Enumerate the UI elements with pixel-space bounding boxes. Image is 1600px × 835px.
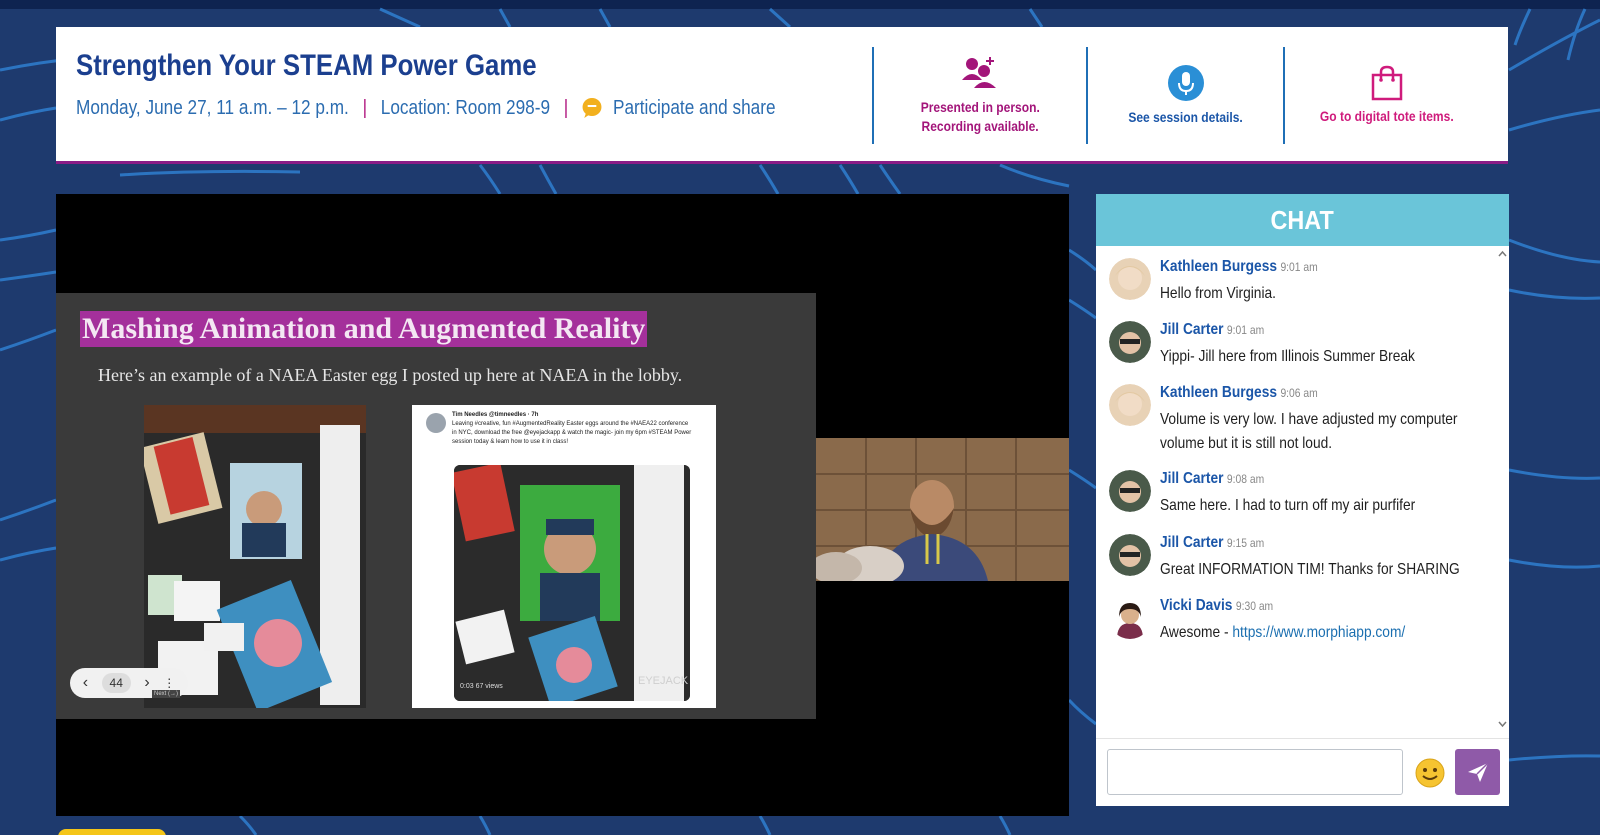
emoji-button[interactable] (1414, 757, 1446, 789)
message-text: Yippi- Jill here from Illinois Summer Br… (1160, 348, 1415, 365)
avatar (1109, 384, 1151, 426)
video-player[interactable]: Mashing Animation and Augmented Reality … (56, 194, 1069, 816)
avatar (1109, 258, 1151, 300)
chat-scrollbar[interactable] (1496, 246, 1509, 736)
message-text: Great INFORMATION TIM! Thanks for SHARIN… (1160, 561, 1460, 578)
prev-slide-button[interactable]: ‹ (83, 674, 88, 692)
message-time: 9:01 am (1226, 323, 1265, 337)
smiley-icon (1415, 758, 1445, 788)
send-icon (1467, 762, 1489, 782)
in-person-label: Presented in person. (920, 98, 1040, 115)
session-details-button[interactable]: See session details. (1086, 47, 1283, 144)
message-time: 9:08 am (1226, 472, 1265, 486)
avatar (1109, 470, 1151, 512)
chat-header-label: CHAT (1270, 204, 1335, 235)
bottom-tab[interactable] (58, 829, 166, 835)
avatar (1109, 597, 1151, 639)
message-time: 9:01 am (1280, 260, 1318, 274)
chat-message-input[interactable] (1107, 749, 1403, 795)
tweet-image: 0:03 67 views EYEJACK (454, 465, 690, 701)
chat-panel: CHAT Kathleen Burgess 9:01 am Hello from … (1096, 194, 1509, 806)
bulletin-board-photo (144, 405, 366, 708)
message-time: 9:15 am (1226, 536, 1265, 550)
avatar (1109, 321, 1151, 363)
message-author[interactable]: Jill Carter (1160, 534, 1223, 551)
in-person-recording-button[interactable]: Presented in person. Recording available… (872, 47, 1086, 144)
slide-page-number: 44 (101, 673, 131, 693)
session-meta: Monday, June 27, 11 a.m. – 12 p.m. | Loc… (76, 95, 776, 121)
scroll-up-icon (1498, 250, 1507, 257)
message-author[interactable]: Kathleen Burgess (1160, 384, 1277, 401)
message-author[interactable]: Jill Carter (1160, 470, 1223, 487)
chat-bubble-icon[interactable] (582, 97, 603, 119)
session-header-card: Strengthen Your STEAM Power Game Monday,… (56, 27, 1508, 164)
recording-label: Recording available. (921, 117, 1039, 134)
next-slide-button[interactable]: › (144, 674, 149, 692)
message-author[interactable]: Jill Carter (1160, 321, 1223, 338)
session-actions: Presented in person. Recording available… (872, 47, 1488, 144)
message-time: 9:06 am (1280, 386, 1318, 400)
people-icon (962, 56, 996, 88)
message-time: 9:30 am (1235, 599, 1274, 613)
chat-messages[interactable]: Kathleen Burgess 9:01 am Hello from Virgi… (1096, 246, 1509, 736)
message-author[interactable]: Kathleen Burgess (1160, 258, 1277, 275)
tweet-views: 0:03 67 views (460, 683, 503, 690)
avatar (1109, 534, 1151, 576)
message-text: Hello from Virginia. (1160, 285, 1276, 302)
session-details-label: See session details. (1128, 109, 1243, 125)
chat-input-row (1096, 738, 1509, 806)
top-bar (0, 0, 1600, 9)
presenter-video (816, 438, 1069, 581)
next-tooltip: Next (→) (152, 690, 180, 698)
message-link[interactable]: https://www.morphiapp.com/ (1232, 624, 1405, 641)
session-datetime: Monday, June 27, 11 a.m. – 12 p.m. (76, 96, 349, 119)
shopping-bag-icon (1371, 65, 1402, 101)
message-text: Same here. I had to turn off my air purf… (1160, 497, 1416, 514)
more-options-button[interactable]: ⋮ (163, 676, 175, 690)
message-text: Awesome - (1160, 624, 1233, 641)
eyejack-watermark: EYEJACK (638, 675, 689, 687)
session-title: Strengthen Your STEAM Power Game (76, 49, 537, 82)
meta-separator: | (563, 96, 569, 119)
scroll-down-icon (1498, 721, 1507, 728)
microphone-icon (1167, 65, 1204, 101)
digital-tote-button[interactable]: Go to digital tote items. (1283, 47, 1488, 144)
message-text: Volume is very low. I have adjusted my c… (1160, 411, 1458, 452)
slide-subtitle: Here’s an example of a NAEA Easter egg I… (98, 365, 683, 385)
meta-separator: | (362, 96, 368, 119)
tweet-embed: Tim Needles @timneedles · 7h Leaving #cr… (412, 405, 716, 708)
chat-header: CHAT (1096, 194, 1509, 246)
tweet-text: Leaving #creative, fun #AugmentedReality… (452, 421, 692, 445)
session-location: Location: Room 298-9 (380, 96, 551, 119)
slide-title: Mashing Animation and Augmented Reality (80, 311, 648, 347)
tweet-avatar (426, 413, 446, 433)
tweet-author: Tim Needles @timneedles · 7h (452, 412, 539, 418)
digital-tote-label: Go to digital tote items. (1319, 108, 1454, 124)
participate-link[interactable]: Participate and share (613, 97, 776, 120)
message-author[interactable]: Vicki Davis (1160, 597, 1232, 614)
send-button[interactable] (1455, 749, 1500, 795)
presentation-slide: Mashing Animation and Augmented Reality … (56, 293, 816, 719)
